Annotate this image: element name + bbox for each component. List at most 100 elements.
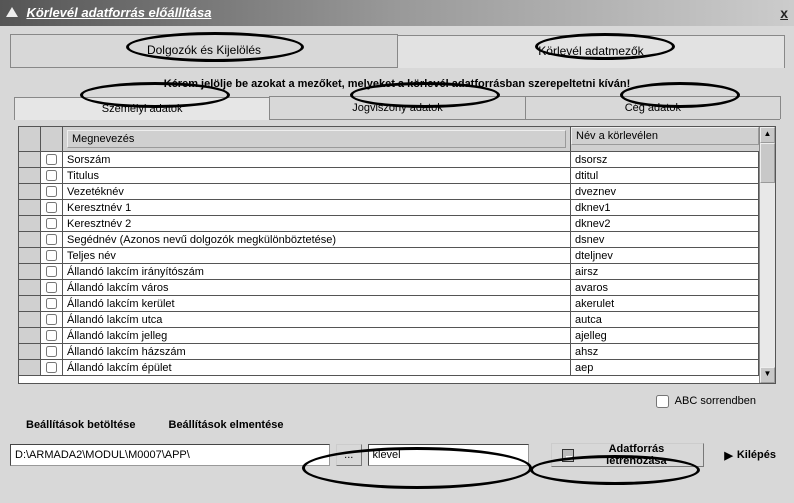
tab-szemelyi[interactable]: Személyi adatok [14, 97, 270, 120]
create-datasource-button[interactable]: Adatforrás létrehozása [551, 443, 704, 467]
row-label: dteljnev [571, 248, 759, 264]
filename-input[interactable] [368, 444, 529, 466]
row-label: dtitul [571, 168, 759, 184]
row-gutter [19, 264, 41, 280]
row-gutter [19, 328, 41, 344]
row-gutter [19, 360, 41, 376]
inner-tab-row: Személyi adatok Jogviszony adatok Cég ad… [14, 96, 780, 120]
row-name: Állandó lakcím város [63, 280, 571, 296]
col-header-megnevezes[interactable]: Megnevezés [67, 130, 566, 148]
row-checkbox[interactable] [46, 234, 57, 245]
row-label: ahsz [571, 344, 759, 360]
row-name: Állandó lakcím utca [63, 312, 571, 328]
row-name: Segédnév (Azonos nevű dolgozók megkülönb… [63, 232, 571, 248]
table-row[interactable]: Állandó lakcím irányítószámairsz [19, 264, 759, 280]
row-name: Sorszám [63, 152, 571, 168]
path-input[interactable] [10, 444, 330, 466]
row-name: Teljes név [63, 248, 571, 264]
load-settings-link[interactable]: Beállítások betöltése [26, 419, 135, 431]
vertical-scrollbar[interactable]: ▲ ▼ [759, 127, 775, 383]
row-gutter [19, 216, 41, 232]
table-row[interactable]: Keresztnév 2dknev2 [19, 216, 759, 232]
row-name: Keresztnév 2 [63, 216, 571, 232]
instruction-text: Kérem jelölje be azokat a mezőket, melye… [10, 68, 784, 96]
table-row[interactable]: Állandó lakcím kerületakerulet [19, 296, 759, 312]
create-datasource-label: Adatforrás létrehozása [579, 443, 693, 467]
row-checkbox[interactable] [46, 202, 57, 213]
row-checkbox[interactable] [46, 266, 57, 277]
tab-dolgozok[interactable]: Dolgozók és Kijelölés [10, 34, 398, 67]
row-label: airsz [571, 264, 759, 280]
fields-table: Megnevezés Név a körlevélen Sorszámdsors… [18, 126, 776, 384]
exit-icon: ▶ [724, 449, 732, 462]
row-checkbox[interactable] [46, 298, 57, 309]
row-gutter [19, 280, 41, 296]
save-icon [562, 449, 575, 462]
checkbox-header [41, 127, 63, 151]
tab-jogviszony[interactable]: Jogviszony adatok [269, 96, 525, 119]
row-checkbox[interactable] [46, 218, 57, 229]
row-checkbox[interactable] [46, 250, 57, 261]
table-row[interactable]: Teljes névdteljnev [19, 248, 759, 264]
scroll-thumb[interactable] [760, 143, 775, 183]
row-label: ajelleg [571, 328, 759, 344]
table-row[interactable]: Vezetéknévdveznev [19, 184, 759, 200]
table-row[interactable]: Állandó lakcím utcaautca [19, 312, 759, 328]
row-name: Keresztnév 1 [63, 200, 571, 216]
row-label: dsnev [571, 232, 759, 248]
row-gutter [19, 184, 41, 200]
row-label: dveznev [571, 184, 759, 200]
abc-sort-label: ABC sorrendben [675, 395, 756, 407]
row-gutter [19, 232, 41, 248]
row-gutter [19, 248, 41, 264]
row-gutter [19, 152, 41, 168]
row-gutter [19, 200, 41, 216]
row-gutter [19, 312, 41, 328]
table-row[interactable]: Segédnév (Azonos nevű dolgozók megkülönb… [19, 232, 759, 248]
row-label: aep [571, 360, 759, 376]
row-name: Állandó lakcím irányítószám [63, 264, 571, 280]
scroll-up-icon[interactable]: ▲ [760, 127, 775, 143]
tab-korlevel-mezok[interactable]: Körlevél adatmezők [397, 35, 785, 68]
row-name: Állandó lakcím épület [63, 360, 571, 376]
row-checkbox[interactable] [46, 314, 57, 325]
row-label: akerulet [571, 296, 759, 312]
save-settings-link[interactable]: Beállítások elmentése [169, 419, 284, 431]
row-label: dknev1 [571, 200, 759, 216]
app-icon [6, 7, 18, 17]
col-header-nev[interactable]: Név a körlevélen [571, 127, 759, 145]
row-gutter [19, 344, 41, 360]
row-checkbox[interactable] [46, 346, 57, 357]
row-checkbox[interactable] [46, 154, 57, 165]
table-row[interactable]: Állandó lakcím jellegajelleg [19, 328, 759, 344]
row-checkbox[interactable] [46, 330, 57, 341]
row-name: Állandó lakcím kerület [63, 296, 571, 312]
row-name: Vezetéknév [63, 184, 571, 200]
scroll-down-icon[interactable]: ▼ [760, 367, 775, 383]
row-name: Titulus [63, 168, 571, 184]
row-checkbox[interactable] [46, 170, 57, 181]
table-row[interactable]: Állandó lakcím városavaros [19, 280, 759, 296]
row-gutter [19, 296, 41, 312]
tab-ceg[interactable]: Cég adatok [525, 96, 781, 119]
title-bar: Körlevél adatforrás előállítása x [0, 0, 794, 26]
row-checkbox[interactable] [46, 362, 57, 373]
table-row[interactable]: Keresztnév 1dknev1 [19, 200, 759, 216]
row-checkbox[interactable] [46, 186, 57, 197]
abc-sort-checkbox[interactable]: ABC sorrendben [652, 395, 756, 407]
row-header-gutter [19, 127, 41, 151]
close-icon[interactable]: x [780, 5, 788, 21]
table-row[interactable]: Sorszámdsorsz [19, 152, 759, 168]
table-row[interactable]: Állandó lakcím épületaep [19, 360, 759, 376]
row-name: Állandó lakcím házszám [63, 344, 571, 360]
exit-button[interactable]: ▶ Kilépés [716, 443, 784, 467]
table-row[interactable]: Állandó lakcím házszámahsz [19, 344, 759, 360]
row-checkbox[interactable] [46, 282, 57, 293]
browse-button[interactable]: ... [336, 444, 362, 466]
row-label: autca [571, 312, 759, 328]
row-name: Állandó lakcím jelleg [63, 328, 571, 344]
window-title: Körlevél adatforrás előállítása [26, 5, 211, 20]
table-row[interactable]: Titulusdtitul [19, 168, 759, 184]
row-label: dknev2 [571, 216, 759, 232]
row-gutter [19, 168, 41, 184]
